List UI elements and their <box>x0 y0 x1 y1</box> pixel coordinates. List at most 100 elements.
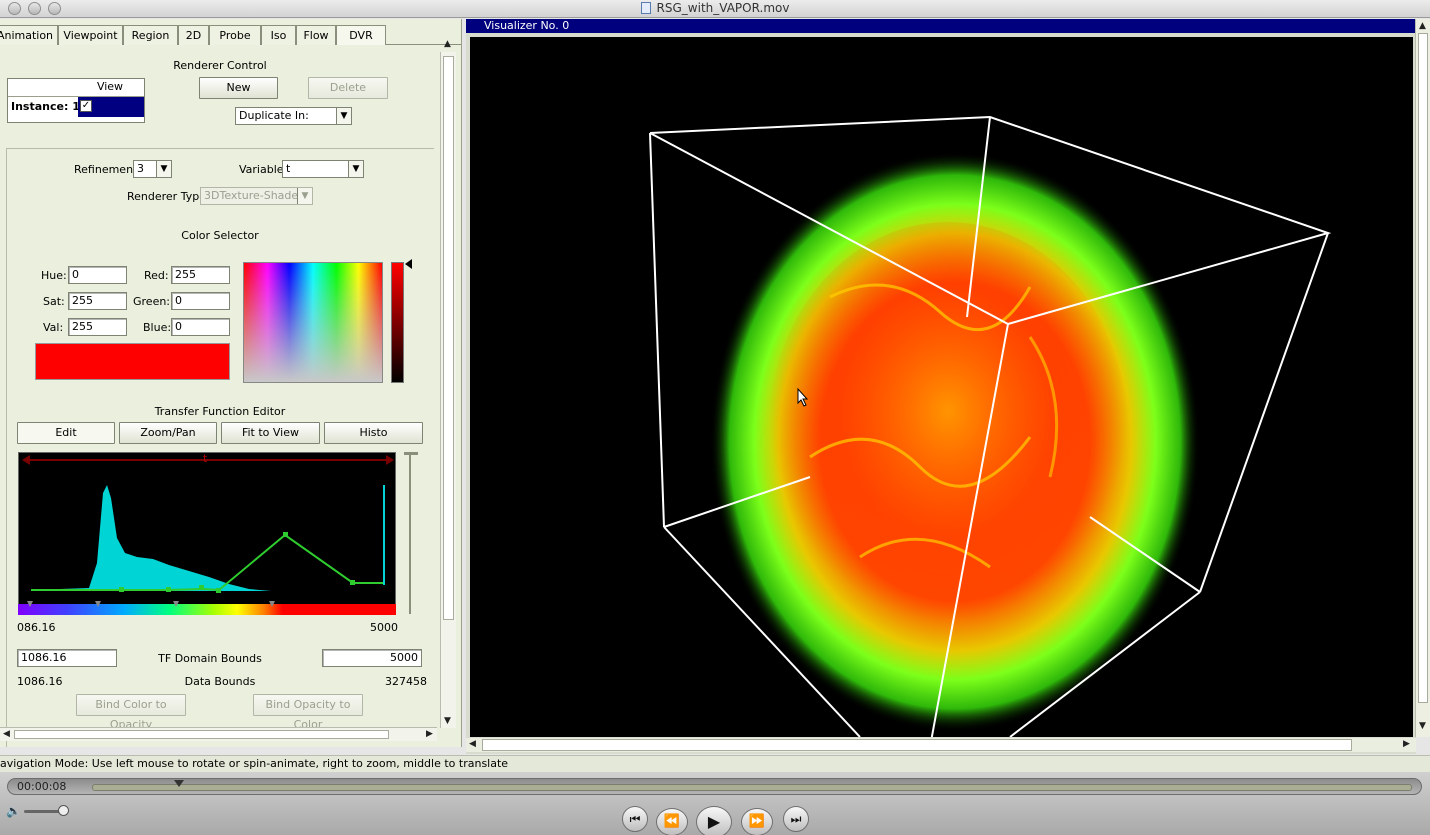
opacity-control-point[interactable] <box>350 580 355 585</box>
tab-viewpoint[interactable]: Viewpoint <box>58 25 123 45</box>
viz-horizontal-scrollbar[interactable]: ◀ ▶ <box>466 738 1416 752</box>
playhead[interactable] <box>173 780 184 787</box>
tf-zoom-slider[interactable] <box>402 452 418 614</box>
volume-knob[interactable] <box>58 805 69 816</box>
panel-hscroll-thumb[interactable] <box>14 730 389 739</box>
renderer-type-dropdown[interactable]: 3DTexture-Shader ▼ <box>200 187 313 205</box>
status-text: avigation Mode: Use left mouse to rotate… <box>0 757 509 770</box>
go-to-end-button[interactable]: ⏭ <box>783 806 809 832</box>
scroll-down-icon[interactable]: ▼ <box>444 716 451 726</box>
hue-field[interactable]: 0 <box>68 266 127 284</box>
tf-domain-max-field[interactable]: 5000 <box>322 649 422 667</box>
panel-vertical-scrollbar[interactable]: ▲ ▼ <box>440 39 456 728</box>
color-point-marker-icon[interactable] <box>27 601 33 607</box>
instance-row-label[interactable]: Instance: 1 <box>11 100 80 113</box>
duplicate-in-value: Duplicate In: <box>239 109 309 122</box>
viz-vscroll-thumb[interactable] <box>1418 33 1428 703</box>
tab-region[interactable]: Region <box>123 25 178 45</box>
view-checkbox[interactable]: ✓ <box>80 100 92 112</box>
color-point-marker-icon[interactable] <box>173 601 179 607</box>
delete-renderer-button[interactable]: Delete <box>308 77 388 99</box>
scroll-down-icon[interactable]: ▼ <box>1419 721 1426 731</box>
opacity-control-point[interactable] <box>166 587 171 592</box>
transfer-function-heading: Transfer Function Editor <box>154 405 286 418</box>
scroll-right-icon[interactable]: ▶ <box>426 729 433 739</box>
blue-field[interactable]: 0 <box>171 318 230 336</box>
refinement-dropdown[interactable]: 3 ▼ <box>133 160 172 178</box>
scroll-up-icon[interactable]: ▲ <box>444 39 451 49</box>
transfer-function-canvas[interactable]: t <box>18 452 396 610</box>
val-field[interactable]: 255 <box>68 318 127 336</box>
play-button[interactable]: ▶ <box>696 806 732 835</box>
new-renderer-button[interactable]: New <box>199 77 278 99</box>
histogram-tail <box>383 485 385 585</box>
tf-domain-min-field[interactable]: 1086.16 <box>17 649 117 667</box>
red-label: Red: <box>144 269 169 282</box>
domain-right-handle-icon[interactable] <box>386 455 394 465</box>
green-field[interactable]: 0 <box>171 292 230 310</box>
tab-iso[interactable]: Iso <box>261 25 296 45</box>
variable-dropdown[interactable]: t ▼ <box>282 160 364 178</box>
panel-horizontal-scrollbar[interactable]: ◀ ▶ <box>0 727 437 741</box>
opacity-control-point[interactable] <box>199 585 204 590</box>
domain-left-handle-icon[interactable] <box>22 455 30 465</box>
zoom-pan-button[interactable]: Zoom/Pan <box>119 422 217 444</box>
sat-field[interactable]: 255 <box>68 292 127 310</box>
panel-scroll-thumb[interactable] <box>443 56 454 620</box>
opacity-control-point[interactable] <box>119 587 124 592</box>
viz-hscroll-thumb[interactable] <box>482 739 1352 751</box>
timeline-track[interactable] <box>92 780 1412 791</box>
playback-bar: 00:00:08 <box>7 778 1422 795</box>
green-label: Green: <box>133 295 171 308</box>
timecode: 00:00:08 <box>17 780 67 793</box>
histo-button[interactable]: Histo <box>324 422 423 444</box>
red-field[interactable]: 255 <box>171 266 230 284</box>
edit-mode-button[interactable]: Edit <box>17 422 115 444</box>
tab-flow[interactable]: Flow <box>296 25 336 45</box>
color-selector-heading: Color Selector <box>181 229 259 242</box>
scroll-right-icon[interactable]: ▶ <box>1403 739 1410 749</box>
bind-color-to-opacity-button[interactable]: Bind Color to Opacity <box>76 694 186 731</box>
fit-to-view-button[interactable]: Fit to View <box>221 422 320 444</box>
refinement-label: Refinement <box>74 163 138 176</box>
color-control-points[interactable] <box>18 599 396 615</box>
value-marker-icon[interactable] <box>405 259 412 269</box>
status-bar: avigation Mode: Use left mouse to rotate… <box>0 755 1430 772</box>
data-bounds-min: 1086.16 <box>17 675 63 688</box>
window-titlebar: RSG_with_VAPOR.mov <box>0 0 1430 18</box>
color-point-marker-icon[interactable] <box>95 601 101 607</box>
visualizer-title: Visualizer No. 0 <box>466 19 1416 33</box>
scroll-left-icon[interactable]: ◀ <box>469 739 476 749</box>
tab-probe[interactable]: Probe <box>209 25 261 45</box>
tab-animation[interactable]: Animation <box>0 25 58 45</box>
viz-vertical-scrollbar[interactable]: ▲ ▼ <box>1415 19 1430 737</box>
bind-opacity-to-color-button[interactable]: Bind Opacity to Color <box>253 694 363 731</box>
hue-saturation-picker[interactable] <box>243 262 383 383</box>
fast-forward-button[interactable]: ⏩ <box>741 808 773 835</box>
opacity-control-point[interactable] <box>283 532 288 537</box>
chevron-down-icon: ▼ <box>156 161 171 177</box>
duplicate-in-dropdown[interactable]: Duplicate In: ▼ <box>235 107 352 125</box>
value-slider[interactable] <box>391 262 404 383</box>
current-color-swatch <box>35 343 230 380</box>
tab-bar: Animation Viewpoint Region 2D Probe Iso … <box>0 25 461 45</box>
volume-icon[interactable]: 🔈 <box>6 804 21 818</box>
3d-render-view[interactable] <box>470 37 1413 737</box>
opacity-control-point[interactable] <box>216 588 221 593</box>
rewind-button[interactable]: ⏪ <box>656 808 688 835</box>
scroll-up-icon[interactable]: ▲ <box>1419 21 1426 31</box>
instance-table: View Instance: 1 ✓ <box>7 78 145 123</box>
volume-render <box>710 152 1200 732</box>
instance-row-selection[interactable]: ✓ <box>78 97 144 117</box>
hue-label: Hue: <box>41 269 67 282</box>
go-to-start-button[interactable]: ⏮ <box>622 806 648 832</box>
data-bounds-max: 327458 <box>385 675 427 688</box>
renderer-type-label: Renderer Type <box>127 190 206 203</box>
tab-dvr[interactable]: DVR <box>336 25 386 45</box>
refinement-value: 3 <box>137 162 144 175</box>
chevron-down-icon: ▼ <box>297 188 312 204</box>
tab-2d[interactable]: 2D <box>178 25 209 45</box>
color-point-marker-icon[interactable] <box>269 601 275 607</box>
scroll-left-icon[interactable]: ◀ <box>3 729 10 739</box>
volume-slider[interactable] <box>24 805 69 816</box>
